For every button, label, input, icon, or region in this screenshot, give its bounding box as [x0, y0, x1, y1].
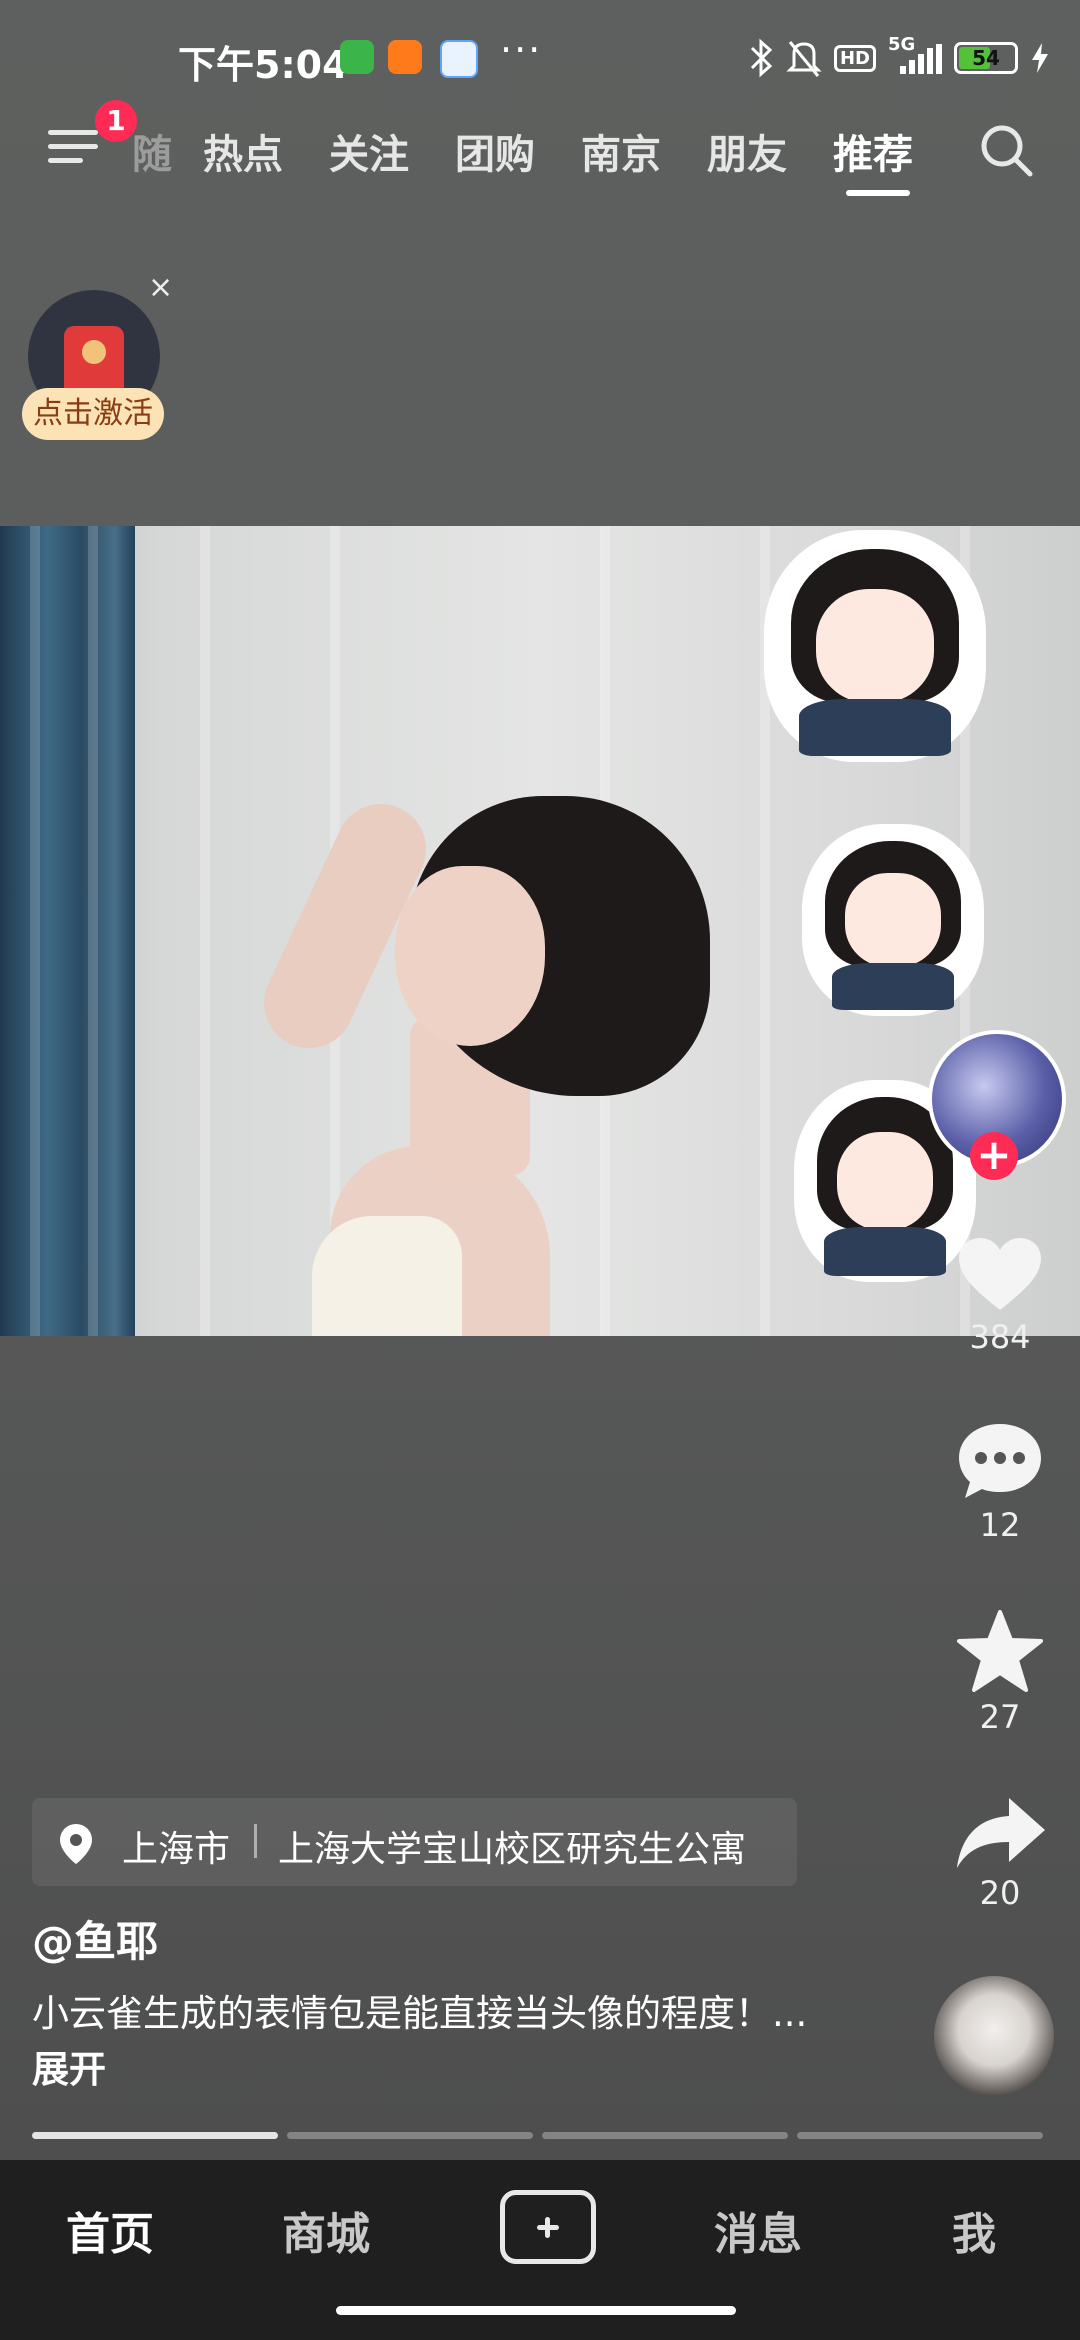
progress-segment-2 — [287, 2132, 533, 2139]
tab-friends[interactable]: 朋友 — [707, 122, 787, 180]
comment-count: 12 — [979, 1506, 1021, 1544]
progress-segment-4 — [797, 2132, 1043, 2139]
active-tab-indicator — [846, 190, 910, 196]
comment-icon — [959, 1424, 1041, 1498]
hd-icon: HD — [833, 44, 876, 72]
location-city: 上海市 — [122, 1829, 231, 1870]
favorite-count: 27 — [979, 1698, 1021, 1736]
tab-recommend[interactable]: 推荐 — [833, 122, 913, 180]
curtain — [0, 526, 135, 1336]
share-icon — [957, 1798, 1045, 1868]
tab-hot[interactable]: 热点 — [203, 122, 283, 180]
location-place: 上海大学宝山校区研究生公寓 — [278, 1829, 747, 1870]
post-description: 小云雀生成的表情包是能直接当头像的程度！... 展开 — [32, 1986, 812, 2098]
person-face — [395, 866, 545, 1046]
expand-link[interactable]: 展开 — [32, 2048, 106, 2091]
tab-following[interactable]: 关注 — [329, 122, 409, 180]
status-bar: 下午5:04 ··· HD 5G 54 — [0, 0, 1080, 110]
create-button[interactable] — [500, 2190, 596, 2264]
menu-icon[interactable] — [48, 130, 98, 170]
like-button[interactable]: 384 — [945, 1234, 1055, 1356]
charging-icon — [1032, 43, 1048, 73]
status-icons: HD 5G 54 — [748, 34, 1050, 80]
home-indicator — [336, 2306, 736, 2315]
battery-indicator: 54 — [954, 42, 1018, 74]
battery-level: 54 — [972, 46, 1000, 70]
mute-icon — [786, 41, 822, 77]
like-count: 384 — [969, 1318, 1031, 1356]
music-disc[interactable] — [934, 1976, 1054, 2096]
comment-button[interactable]: 12 — [945, 1420, 1055, 1544]
tab-me[interactable]: 我 — [952, 2198, 996, 2262]
wechat-icon — [340, 40, 374, 74]
location-divider — [254, 1824, 257, 1858]
more-notifications-icon: ··· — [500, 28, 543, 72]
sticker-hands-cheeks — [808, 830, 978, 1010]
activate-button[interactable]: 点击激活 — [22, 388, 164, 440]
heart-icon — [959, 1238, 1041, 1310]
progress-segment-3 — [542, 2132, 788, 2139]
status-time: 下午5:04 — [178, 43, 349, 87]
sticker-peace-sign — [770, 536, 980, 756]
close-icon[interactable]: × — [148, 270, 173, 305]
favorite-button[interactable]: 27 — [945, 1610, 1055, 1736]
follow-button[interactable]: + — [970, 1132, 1018, 1180]
tab-mall[interactable]: 商城 — [282, 2198, 370, 2262]
tab-messages[interactable]: 消息 — [714, 2198, 802, 2262]
search-icon[interactable] — [978, 122, 1034, 178]
star-icon — [957, 1610, 1043, 1692]
baidu-netdisk-icon — [440, 40, 478, 78]
tab-nanjing[interactable]: 南京 — [581, 122, 661, 180]
share-button[interactable]: 20 — [945, 1796, 1055, 1912]
tab-partial[interactable]: 随 — [132, 122, 172, 180]
author-username[interactable]: @鱼耶 — [32, 1908, 158, 1969]
tab-home[interactable]: 首页 — [66, 2198, 154, 2262]
description-text: 小云雀生成的表情包是能直接当头像的程度！... — [32, 1992, 808, 2035]
5g-signal-icon: 5G — [888, 34, 942, 78]
location-pin-icon — [60, 1824, 92, 1864]
video-frame[interactable] — [0, 526, 1080, 1336]
person-dress — [312, 1216, 462, 1336]
bluetooth-icon — [750, 38, 773, 78]
share-count: 20 — [979, 1874, 1021, 1912]
58-app-icon — [388, 40, 422, 74]
tab-group-buy[interactable]: 团购 — [455, 122, 535, 180]
progress-segment-1 — [32, 2132, 278, 2139]
menu-badge: 1 — [95, 100, 137, 142]
